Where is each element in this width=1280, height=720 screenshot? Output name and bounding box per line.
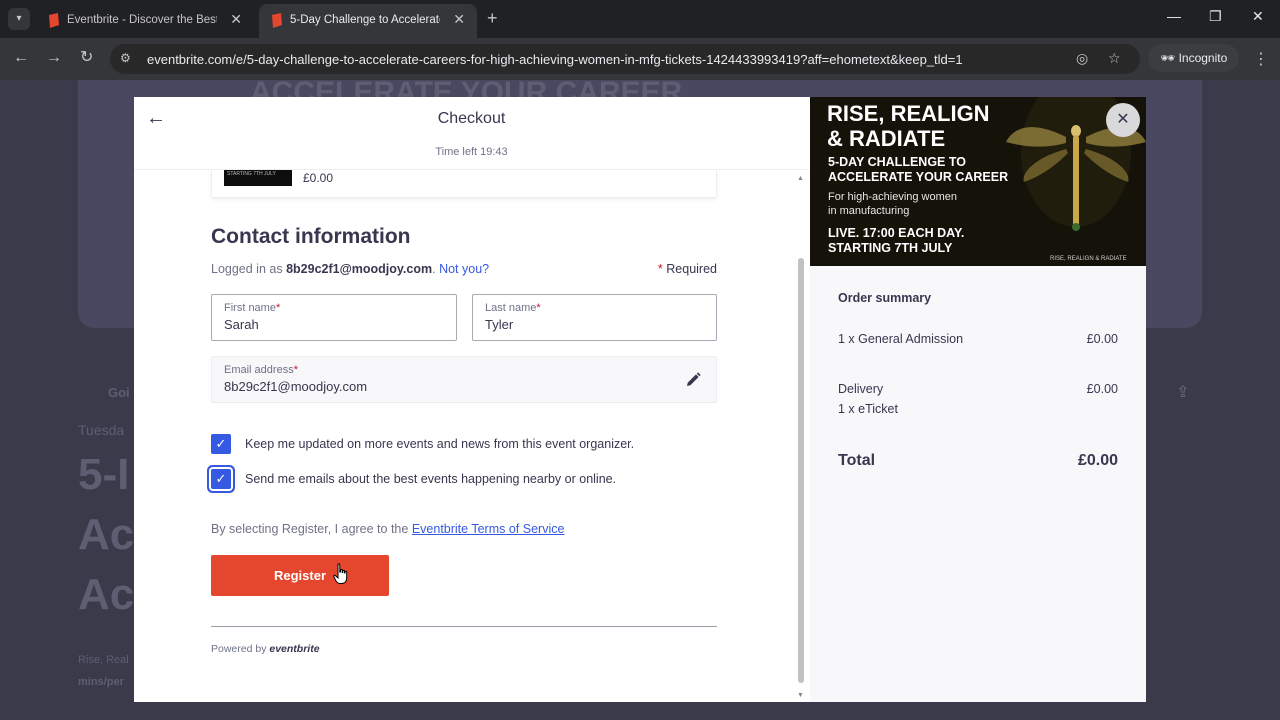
banner-brand: RISE, REALIGN & RADIATE (1050, 256, 1127, 262)
browser-menu-icon[interactable]: ⋮ (1253, 49, 1269, 69)
eventbrite-favicon-icon (271, 13, 283, 28)
scrollbar-thumb[interactable] (798, 258, 804, 683)
footer-divider (211, 626, 717, 627)
incognito-icon: 🕶 (1160, 51, 1176, 65)
browser-tabbar: ▾ Eventbrite - Discover the Best L ✕ 5-D… (0, 0, 1280, 38)
checkout-modal: ← Checkout Time left 19:43 STARTING 7TH … (134, 97, 1146, 702)
banner-audience: For high-achieving women in manufacturin… (828, 191, 958, 217)
first-name-label: First name* (224, 302, 281, 314)
site-settings-icon[interactable]: ⚙ (120, 51, 131, 65)
logged-in-text: Logged in as 8b29c2f1@moodjoy.com. Not y… (211, 262, 490, 276)
scroll-up-icon[interactable]: ▲ (797, 175, 804, 182)
url-text[interactable]: eventbrite.com/e/5-day-challenge-to-acce… (147, 52, 963, 67)
checkout-title: Checkout (437, 110, 506, 127)
powered-by: Powered by eventbrite (211, 643, 320, 655)
checkout-form-pane: ← Checkout Time left 19:43 STARTING 7TH … (134, 97, 809, 702)
required-asterisk: * (657, 262, 663, 276)
checkout-header: ← Checkout Time left 19:43 (134, 97, 809, 170)
email-label: Email address* (224, 364, 298, 376)
pencil-edit-icon[interactable] (684, 371, 702, 389)
hand-cursor-icon (333, 563, 348, 584)
summary-total-row: Total £0.00 (838, 452, 1118, 470)
event-banner-image: RISE, REALIGN & RADIATE 5-DAY CHALLENGE … (810, 97, 1146, 266)
minimize-icon[interactable]: — (1167, 8, 1181, 24)
tab-challenge-event[interactable]: 5-Day Challenge to Accelerate ✕ (259, 4, 477, 38)
incognito-badge[interactable]: 🕶 Incognito (1148, 44, 1240, 72)
reload-icon[interactable]: ↻ (80, 49, 93, 67)
logged-in-email: 8b29c2f1@moodjoy.com (286, 262, 433, 276)
summary-delivery-sub: 1 x eTicket (838, 402, 898, 416)
summary-item-label: 1 x General Admission (838, 332, 964, 346)
summary-row-admission: 1 x General Admission £0.00 (838, 332, 1118, 346)
event-desc-line: mins/per (78, 676, 124, 688)
terms-prefix: By selecting Register, I agree to the (211, 522, 409, 536)
not-you-link[interactable]: Not you? (439, 262, 489, 276)
banner-schedule: LIVE. 17:00 EACH DAY. STARTING 7TH JULY (828, 226, 965, 255)
register-button[interactable]: Register (211, 555, 389, 596)
eye-off-icon[interactable]: ◎ (1076, 50, 1088, 67)
summary-delivery-label: Delivery (838, 382, 884, 396)
ticket-thumb-text: STARTING 7TH JULY (227, 171, 276, 177)
banner-subheadline: 5-DAY CHALLENGE TO ACCELERATE YOUR CAREE… (828, 155, 1009, 184)
summary-delivery-amount: £0.00 (1086, 382, 1118, 396)
terms-link[interactable]: Eventbrite Terms of Service (412, 522, 565, 536)
tab-close-icon[interactable]: ✕ (230, 11, 242, 28)
required-label: Required (666, 262, 717, 276)
summary-total-label: Total (838, 452, 876, 469)
back-arrow-icon[interactable]: ← (13, 49, 29, 67)
email-input (224, 379, 424, 394)
event-title-line: 5-I (78, 450, 130, 499)
browser-toolbar: ← → ↻ ⚙ eventbrite.com/e/5-day-challenge… (0, 38, 1280, 80)
ticket-thumbnail: STARTING 7TH JULY (224, 170, 292, 186)
email-field: Email address* (211, 356, 717, 403)
ticket-card: STARTING 7TH JULY £0.00 (211, 170, 717, 198)
logged-in-prefix: Logged in as (211, 262, 283, 276)
event-title-line: Ac (78, 570, 135, 619)
new-tab-plus-icon[interactable]: + (487, 8, 498, 28)
restore-icon[interactable]: ❐ (1209, 8, 1222, 25)
last-name-field[interactable]: Last name* (472, 294, 717, 341)
order-summary-pane: RISE, REALIGN & RADIATE 5-DAY CHALLENGE … (810, 97, 1146, 702)
organizer-updates-label[interactable]: Keep me updated on more events and news … (245, 437, 634, 451)
banner-headline: RISE, REALIGN & RADIATE (827, 101, 990, 151)
scroll-down-icon[interactable]: ▼ (797, 692, 804, 699)
forward-arrow-icon[interactable]: → (46, 49, 62, 67)
incognito-label: Incognito (1178, 51, 1228, 65)
first-name-input[interactable] (224, 317, 424, 332)
best-events-label[interactable]: Send me emails about the best events hap… (245, 472, 616, 486)
event-date-fragment: Tuesda (78, 422, 125, 438)
contact-info-title: Contact information (211, 225, 411, 248)
address-bar[interactable]: ⚙ eventbrite.com/e/5-day-challenge-to-ac… (110, 44, 1140, 74)
terms-text: By selecting Register, I agree to the Ev… (211, 522, 564, 536)
event-title-line: Ac (78, 510, 135, 559)
share-icon: ⇪ (1176, 384, 1190, 401)
eventbrite-favicon-icon (48, 13, 60, 28)
going-fast-label: Goi (108, 385, 130, 400)
tab-eventbrite-home[interactable]: Eventbrite - Discover the Best L ✕ (36, 4, 254, 38)
event-desc-line: Rise, Real (78, 654, 129, 666)
best-events-checkbox[interactable]: ✓ (211, 469, 231, 489)
first-name-field[interactable]: First name* (211, 294, 457, 341)
organizer-updates-checkbox[interactable]: ✓ (211, 434, 231, 454)
modal-close-icon[interactable]: ✕ (1106, 103, 1140, 137)
tab-title: 5-Day Challenge to Accelerate (290, 14, 440, 26)
order-summary-title: Order summary (838, 291, 932, 305)
last-name-input[interactable] (485, 317, 685, 332)
summary-total-amount: £0.00 (1077, 452, 1118, 469)
summary-item-amount: £0.00 (1086, 332, 1118, 346)
ticket-price: £0.00 (303, 171, 334, 185)
eventbrite-logo: eventbrite (269, 643, 320, 655)
tab-close-icon[interactable]: ✕ (453, 11, 465, 28)
bookmark-star-icon[interactable]: ☆ (1108, 50, 1121, 67)
form-scrollbar[interactable]: ▲ ▼ (796, 170, 806, 702)
window-close-icon[interactable]: ✕ (1252, 8, 1264, 25)
tab-search-icon[interactable]: ▾ (8, 8, 30, 30)
powered-by-label: Powered by (211, 643, 267, 655)
tab-title: Eventbrite - Discover the Best L (67, 14, 217, 26)
checkout-timer: Time left 19:43 (435, 146, 508, 158)
required-note: * Required (658, 262, 717, 276)
last-name-label: Last name* (485, 302, 541, 314)
summary-row-delivery: Delivery £0.00 (838, 382, 1118, 396)
